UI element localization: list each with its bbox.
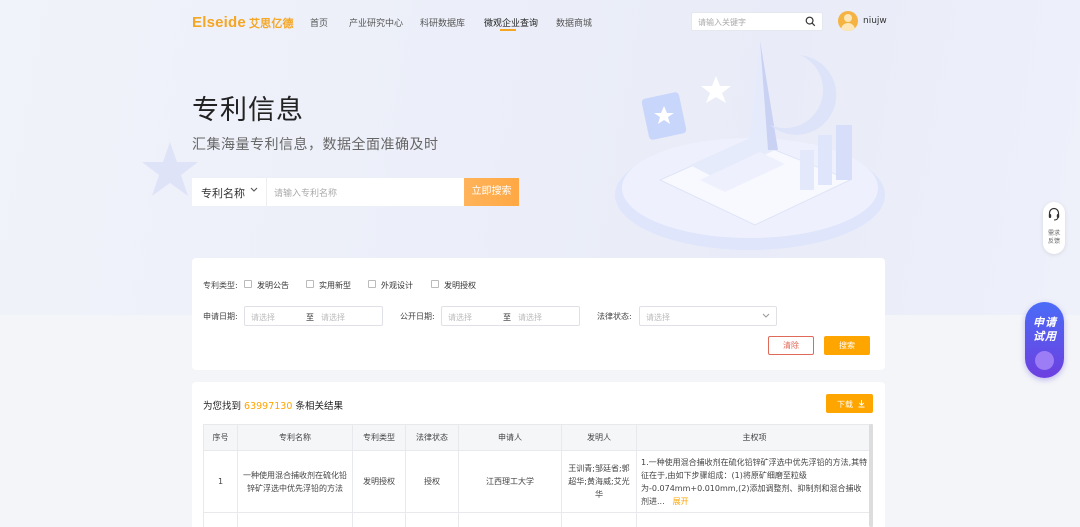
nav-item-enterprise[interactable]: 微观企业查询 — [484, 16, 538, 29]
nav-active-indicator — [500, 29, 516, 31]
headset-icon — [1048, 207, 1060, 221]
table-row[interactable] — [203, 512, 873, 527]
star-decoration-icon — [142, 142, 198, 196]
patent-search-input[interactable]: 请输入专利名称 — [274, 186, 337, 199]
result-panel: 为您找到 63997130 条相关结果 下载 序号 专利名称 专利类型 法律状态… — [192, 382, 885, 527]
apply-date-range[interactable]: 请选择 至 请选择 — [244, 306, 383, 326]
publish-date-label: 公开日期: — [400, 312, 435, 321]
cell-index: 1 — [203, 450, 238, 513]
page-title: 专利信息 — [192, 95, 304, 126]
type-label-invention-grant: 发明授权 — [444, 281, 476, 290]
page-subtitle: 汇集海量专利信息，数据全面准确及时 — [192, 137, 439, 153]
col-patent-type: 专利类型 — [352, 424, 406, 451]
expand-link[interactable]: 展开 — [673, 497, 689, 506]
search-icon[interactable] — [805, 16, 816, 27]
hero-illustration — [615, 40, 885, 250]
cell-legal-status: 授权 — [405, 450, 459, 513]
chevron-down-icon — [762, 313, 770, 318]
col-inventor: 发明人 — [561, 424, 637, 451]
cell-patent-type: 发明授权 — [352, 450, 406, 513]
cell-main-claim: 1.一种使用混合捕收剂在硫化铅锌矿浮选中优先浮铅的方法,其特征在于,由如下步骤组… — [636, 450, 873, 513]
avatar[interactable] — [838, 11, 858, 31]
table-scrollbar[interactable] — [869, 424, 873, 527]
feedback-widget[interactable]: 需求反馈 — [1043, 202, 1065, 254]
col-main-claim: 主权项 — [636, 424, 873, 451]
trial-mascot-icon — [1035, 351, 1054, 370]
cell-patent-name[interactable]: 一种使用混合捕收剂在硫化铅锌矿浮选中优先浮铅的方法 — [237, 450, 353, 513]
apply-date-label: 申请日期: — [203, 312, 238, 321]
type-checkbox-invention-publication[interactable] — [244, 280, 252, 288]
top-search-input[interactable]: 请输入关键字 — [691, 12, 823, 31]
download-icon — [858, 400, 865, 408]
type-checkbox-utility-model[interactable] — [306, 280, 314, 288]
col-legal-status: 法律状态 — [405, 424, 459, 451]
type-label-invention-publication: 发明公告 — [257, 281, 289, 290]
table-row[interactable]: 1 一种使用混合捕收剂在硫化铅锌矿浮选中优先浮铅的方法 发明授权 授权 江西理工… — [203, 450, 873, 513]
apply-trial-button[interactable]: 申请试用 — [1025, 302, 1064, 378]
col-index: 序号 — [203, 424, 238, 451]
filter-search-button[interactable]: 搜索 — [824, 336, 870, 355]
username[interactable]: niujw — [863, 16, 887, 26]
cell-applicant: 江西理工大学 — [458, 450, 562, 513]
cell-inventor: 王训青;邹廷省;郭超华;黄海威;艾光华 — [561, 450, 637, 513]
chevron-down-icon — [250, 187, 258, 192]
legal-status-label: 法律状态: — [597, 312, 632, 321]
col-patent-name: 专利名称 — [237, 424, 353, 451]
top-nav: Elseide 艾思亿德 首页 产业研究中心 科研数据库 微观企业查询 数据商城 … — [0, 0, 1080, 44]
download-button[interactable]: 下载 — [826, 394, 873, 413]
nav-item-home[interactable]: 首页 — [310, 16, 328, 29]
clear-button[interactable]: 清除 — [768, 336, 814, 355]
search-now-button[interactable]: 立即搜索 — [464, 178, 519, 206]
type-label-design: 外观设计 — [381, 281, 413, 290]
legal-status-select[interactable]: 请选择 — [639, 306, 777, 326]
publish-date-range[interactable]: 请选择 至 请选择 — [441, 306, 580, 326]
type-checkbox-design[interactable] — [368, 280, 376, 288]
patent-table: 序号 专利名称 专利类型 法律状态 申请人 发明人 主权项 1 一种使用混合捕收… — [203, 424, 873, 527]
col-applicant: 申请人 — [458, 424, 562, 451]
nav-item-industry[interactable]: 产业研究中心 — [349, 16, 403, 29]
type-checkbox-invention-grant[interactable] — [431, 280, 439, 288]
type-label-utility-model: 实用新型 — [319, 281, 351, 290]
search-type-select[interactable]: 专利名称 — [192, 178, 267, 206]
hero-search: 专利名称 请输入专利名称 立即搜索 — [192, 178, 519, 206]
result-summary: 为您找到 63997130 条相关结果 — [203, 401, 343, 412]
filter-panel: 专利类型: 发明公告 实用新型 外观设计 发明授权 申请日期: 请选择 至 请选… — [192, 258, 885, 370]
patent-type-label: 专利类型: — [203, 281, 238, 290]
result-count: 63997130 — [244, 401, 293, 412]
nav-item-data-mall[interactable]: 数据商城 — [556, 16, 592, 29]
logo[interactable]: Elseide 艾思亿德 — [192, 14, 294, 31]
nav-item-research[interactable]: 科研数据库 — [420, 16, 465, 29]
table-header-row: 序号 专利名称 专利类型 法律状态 申请人 发明人 主权项 — [203, 424, 873, 451]
